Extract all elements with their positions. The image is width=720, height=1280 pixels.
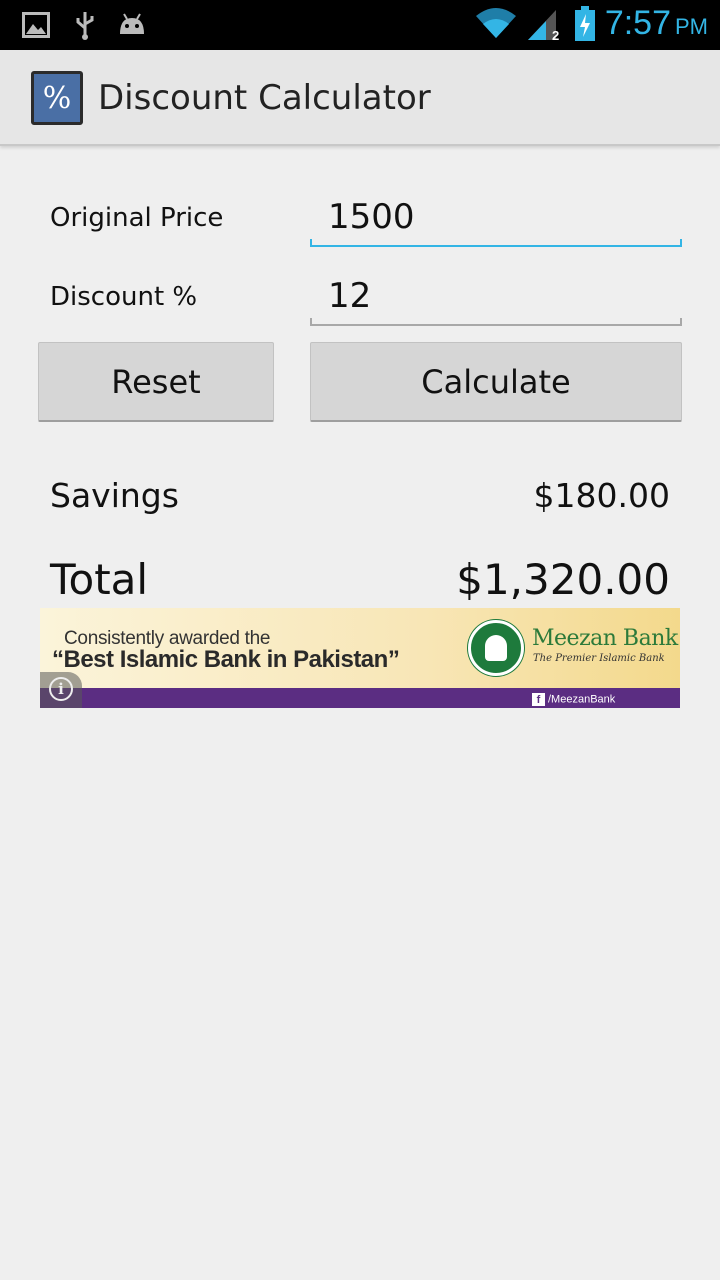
svg-text:2: 2 [552, 28, 559, 42]
signal-icon: 2 [528, 10, 559, 42]
discount-label: Discount % [50, 282, 198, 312]
underline-tick-right [680, 239, 682, 247]
total-label: Total [50, 555, 149, 604]
total-value: $1,320.00 [456, 555, 670, 604]
percent-app-icon: % [31, 71, 83, 125]
original-price-label: Original Price [50, 203, 224, 233]
image-icon [22, 12, 50, 38]
clock: 7:57 PM [604, 4, 708, 42]
action-bar: % Discount Calculator [0, 50, 720, 146]
original-price-value: 1500 [328, 197, 415, 237]
discount-value: 12 [328, 276, 372, 316]
underline [310, 324, 682, 326]
facebook-icon: f [532, 693, 545, 706]
android-debug-icon [120, 13, 144, 34]
facebook-link: f/MeezanBank [532, 693, 615, 706]
reset-button[interactable]: Reset [38, 342, 274, 422]
bank-logo-icon [468, 620, 524, 676]
underline-tick-left [310, 239, 312, 247]
usb-icon [76, 12, 94, 40]
wifi-icon [476, 8, 516, 38]
ad-line-2: “Best Islamic Bank in Pakistan” [52, 646, 400, 673]
underline-tick-right [680, 318, 682, 326]
underline-tick-left [310, 318, 312, 326]
ad-info-button[interactable]: i [40, 672, 82, 708]
savings-value: $180.00 [533, 476, 670, 515]
ad-banner[interactable]: Consistently awarded the “Best Islamic B… [40, 608, 680, 708]
info-icon: i [49, 677, 73, 701]
savings-label: Savings [50, 476, 179, 515]
calculate-button[interactable]: Calculate [310, 342, 682, 422]
page-title: Discount Calculator [98, 78, 431, 118]
ad-brand: Meezan Bank [532, 626, 678, 651]
battery-charging-icon [575, 6, 595, 41]
discount-input[interactable]: 12 [310, 276, 682, 326]
original-price-input[interactable]: 1500 [310, 197, 682, 247]
status-bar: 2 7:57 PM [0, 0, 720, 50]
ad-tagline: The Premier Islamic Bank [533, 653, 665, 664]
focus-underline [310, 245, 682, 247]
